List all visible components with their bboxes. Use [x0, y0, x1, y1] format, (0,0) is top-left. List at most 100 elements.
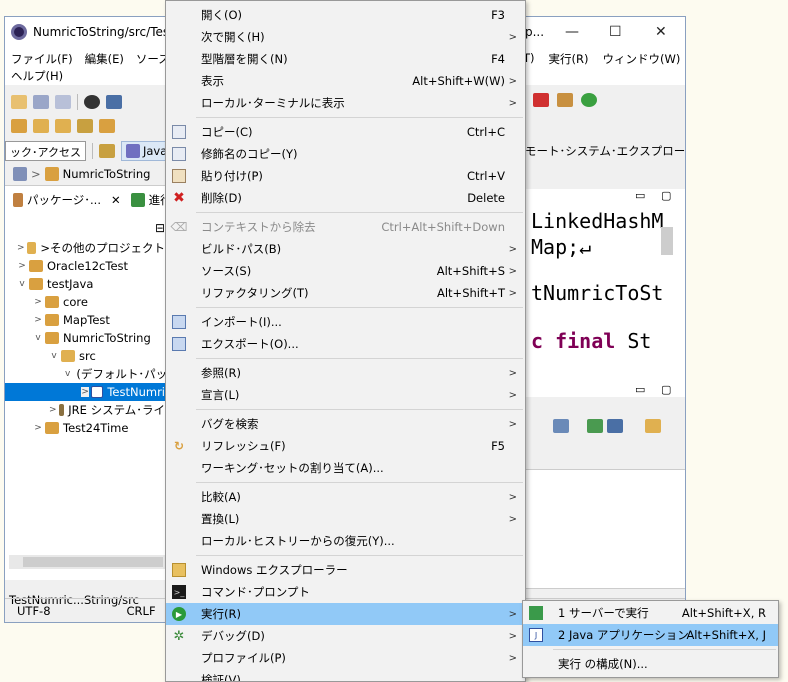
tree-twisty[interactable]: > — [33, 423, 43, 433]
menu-item-compare[interactable]: 比較(A) > — [166, 486, 525, 508]
menu-item-refactor[interactable]: リファクタリング(T) Alt+Shift+T > — [166, 282, 525, 304]
submenu-item-run-on-server[interactable]: 1 サーバーで実行 Alt+Shift+X, R — [523, 602, 778, 624]
refresh-toolbar-icon[interactable] — [581, 93, 597, 107]
menu-window[interactable]: ウィンドウ(W) — [602, 51, 680, 67]
submenu-item-run-configurations[interactable]: 実行 の構成(N)... — [523, 653, 778, 675]
open-resource-icon[interactable] — [55, 119, 71, 133]
menu-item-find-bugs[interactable]: バグを検索 > — [166, 413, 525, 435]
menu-item-command-prompt[interactable]: >_ コマンド･プロンプト — [166, 581, 525, 603]
open-perspective-icon[interactable] — [98, 144, 115, 158]
quick-access-input[interactable]: ック･アクセス — [5, 141, 86, 161]
display-console-icon[interactable] — [607, 419, 623, 433]
menu-item-copy[interactable]: コピー(C) Ctrl+C — [166, 121, 525, 143]
tree-item[interactable]: > Test24Time — [5, 419, 165, 437]
search-task-icon[interactable] — [77, 119, 93, 133]
tree-twisty[interactable]: > — [17, 261, 27, 271]
tree-item[interactable]: v testJava — [5, 275, 165, 293]
code-editor[interactable]: LinkedHashM Map;↵ tNumricToSt c final St — [525, 207, 685, 397]
menu-item-declarations[interactable]: 宣言(L) > — [166, 384, 525, 406]
lower-view-toolbar: ▭ ▢ — [525, 383, 685, 469]
menu-edit[interactable]: 編集(E) — [85, 51, 124, 68]
tree-item[interactable]: v (デフォルト･パッ — [5, 365, 167, 383]
save-icon[interactable] — [33, 95, 49, 109]
minimize-lower-icon[interactable]: ▭ — [635, 383, 645, 396]
new-icon[interactable] — [11, 95, 27, 109]
submenu-arrow-icon: > — [508, 491, 517, 503]
maximize-button[interactable]: ☐ — [609, 24, 622, 40]
menu-item-replace[interactable]: 置換(L) > — [166, 508, 525, 530]
menu-item-windows-explorer[interactable]: Windows エクスプローラー — [166, 559, 525, 581]
breadcrumb-item[interactable]: NumricToString — [63, 167, 151, 181]
profile-icon[interactable] — [84, 95, 100, 109]
menu-item-import[interactable]: インポート(I)... — [166, 311, 525, 333]
terminal-icon[interactable] — [106, 95, 122, 109]
open-type-icon[interactable] — [11, 119, 27, 133]
package-explorer-tab[interactable]: パッケージ･... ✕ 進行 — [5, 189, 172, 211]
menu-item-show-in[interactable]: 表示 Alt+Shift+W(W) > — [166, 70, 525, 92]
menu-item-references[interactable]: 参照(R) > — [166, 362, 525, 384]
menu-item-show-in-terminal[interactable]: ローカル･ターミナルに表示 > — [166, 92, 525, 114]
tree-twisty[interactable]: > — [81, 387, 90, 397]
tree-item[interactable]: v NumricToString — [5, 329, 165, 347]
menu-run[interactable]: 実行(R) — [549, 51, 589, 67]
menu-item-open-type-hierarchy[interactable]: 型階層を開く(N) F4 — [166, 48, 525, 70]
menu-item-export[interactable]: エクスポート(O)... — [166, 333, 525, 355]
save-output-icon[interactable] — [553, 419, 569, 433]
new-console-icon[interactable] — [645, 419, 661, 433]
tree-item[interactable]: > MapTest — [5, 311, 165, 329]
close-button[interactable]: ✕ — [655, 24, 667, 40]
maximize-view-icon[interactable]: ▢ — [661, 189, 671, 202]
menu-item-source[interactable]: ソース(S) Alt+Shift+S > — [166, 260, 525, 282]
menu-item-restore-local-history[interactable]: ローカル･ヒストリーからの復元(Y)... — [166, 530, 525, 552]
tree-twisty[interactable]: > — [49, 405, 57, 415]
tree-twisty[interactable]: > — [17, 243, 25, 253]
menu-item-profile[interactable]: プロファイル(P) > — [166, 647, 525, 669]
package-icon[interactable] — [557, 93, 573, 107]
java-file-icon — [91, 386, 104, 398]
menu-item-refresh[interactable]: ↻ リフレッシュ(F) F5 — [166, 435, 525, 457]
minimize-view-icon[interactable]: ▭ — [635, 189, 645, 202]
menu-item-assign-working-sets[interactable]: ワーキング･セットの割り当て(A)... — [166, 457, 525, 479]
tree-twisty[interactable]: v — [33, 333, 43, 343]
open-folder-icon[interactable] — [33, 119, 49, 133]
close-tab-icon[interactable]: ✕ — [111, 193, 121, 207]
menu-item-validate[interactable]: 検証(V) — [166, 669, 525, 681]
tree-twisty[interactable]: > — [33, 297, 43, 307]
remote-system-explorer-tab[interactable]: モート･システム･エクスプローラー — [525, 143, 685, 159]
minimize-button[interactable]: — — [565, 24, 579, 40]
tree-twisty[interactable]: > — [33, 315, 43, 325]
collapse-all-icon[interactable]: ⊟ — [155, 221, 165, 235]
pin-icon[interactable] — [587, 419, 603, 433]
menu-item-run[interactable]: ▶ 実行(R) > — [166, 603, 525, 625]
open-project-icon[interactable] — [99, 119, 115, 133]
menu-item-delete[interactable]: ✖ 削除(D) Delete — [166, 187, 525, 209]
horizontal-scrollbar[interactable] — [9, 555, 167, 569]
tree-item[interactable]: > core — [5, 293, 165, 311]
tree-item[interactable]: > >その他のプロジェクト — [5, 239, 165, 257]
menu-file[interactable]: ファイル(F) — [11, 51, 73, 68]
menu-item-build-path[interactable]: ビルド･パス(B) > — [166, 238, 525, 260]
tree-twisty[interactable]: v — [17, 279, 27, 289]
tree-twisty[interactable]: v — [65, 369, 70, 379]
scrollbar-thumb[interactable] — [23, 557, 163, 567]
menu-item-copy-qualified-name[interactable]: 修飾名のコピー(Y) — [166, 143, 525, 165]
tree-item[interactable]: > Oracle12cTest — [5, 257, 165, 275]
progress-icon — [130, 193, 145, 207]
submenu-arrow-icon: > — [508, 75, 517, 87]
debug-icon: ✲ — [173, 628, 185, 644]
save-all-icon[interactable] — [55, 95, 71, 109]
menu-item-debug[interactable]: ✲ デバッグ(D) > — [166, 625, 525, 647]
menu-item-paste[interactable]: 貼り付け(P) Ctrl+V — [166, 165, 525, 187]
tree-item[interactable]: v src — [5, 347, 165, 365]
tree-twisty[interactable]: v — [49, 351, 59, 361]
window-title-right: p... — [525, 25, 545, 39]
submenu-item-java-application[interactable]: J2 Java アプリケーション Alt+Shift+X, J — [523, 624, 778, 646]
maximize-lower-icon[interactable]: ▢ — [661, 383, 671, 396]
menu-item-open[interactable]: 開く(O) F3 — [166, 4, 525, 26]
tree-item-selected[interactable]: > TestNumri — [5, 383, 165, 401]
tree-item[interactable]: > JRE システム･ライ — [5, 401, 165, 419]
menu-item-open-with[interactable]: 次で開く(H) > — [166, 26, 525, 48]
editor-scrollbar[interactable] — [661, 227, 673, 255]
coverage-icon[interactable] — [533, 93, 549, 107]
line-ending-status: CRLF — [126, 603, 156, 618]
